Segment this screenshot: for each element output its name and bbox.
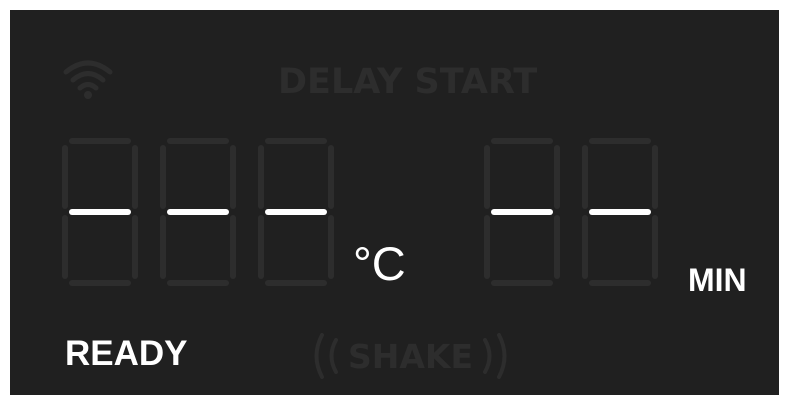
temperature-unit: °C: [353, 237, 406, 290]
display-panel: DELAY START °C MIN READY SHAKE: [10, 10, 779, 395]
time-unit: MIN: [688, 262, 747, 298]
shake-indicator: SHAKE: [308, 328, 513, 384]
status-label: READY: [65, 334, 188, 373]
time-digit-2: [582, 138, 658, 286]
shake-label: SHAKE: [348, 336, 474, 376]
delay-start-indicator: DELAY START: [278, 62, 538, 102]
shake-waves-right-icon: [483, 333, 507, 379]
wifi-icon: [63, 60, 113, 99]
shake-waves-left-icon: [314, 333, 338, 379]
time-digit-1: [484, 138, 560, 286]
temperature-digit-2: [160, 138, 236, 286]
temperature-digit-3: [258, 138, 334, 286]
temperature-digit-1: [62, 138, 138, 286]
